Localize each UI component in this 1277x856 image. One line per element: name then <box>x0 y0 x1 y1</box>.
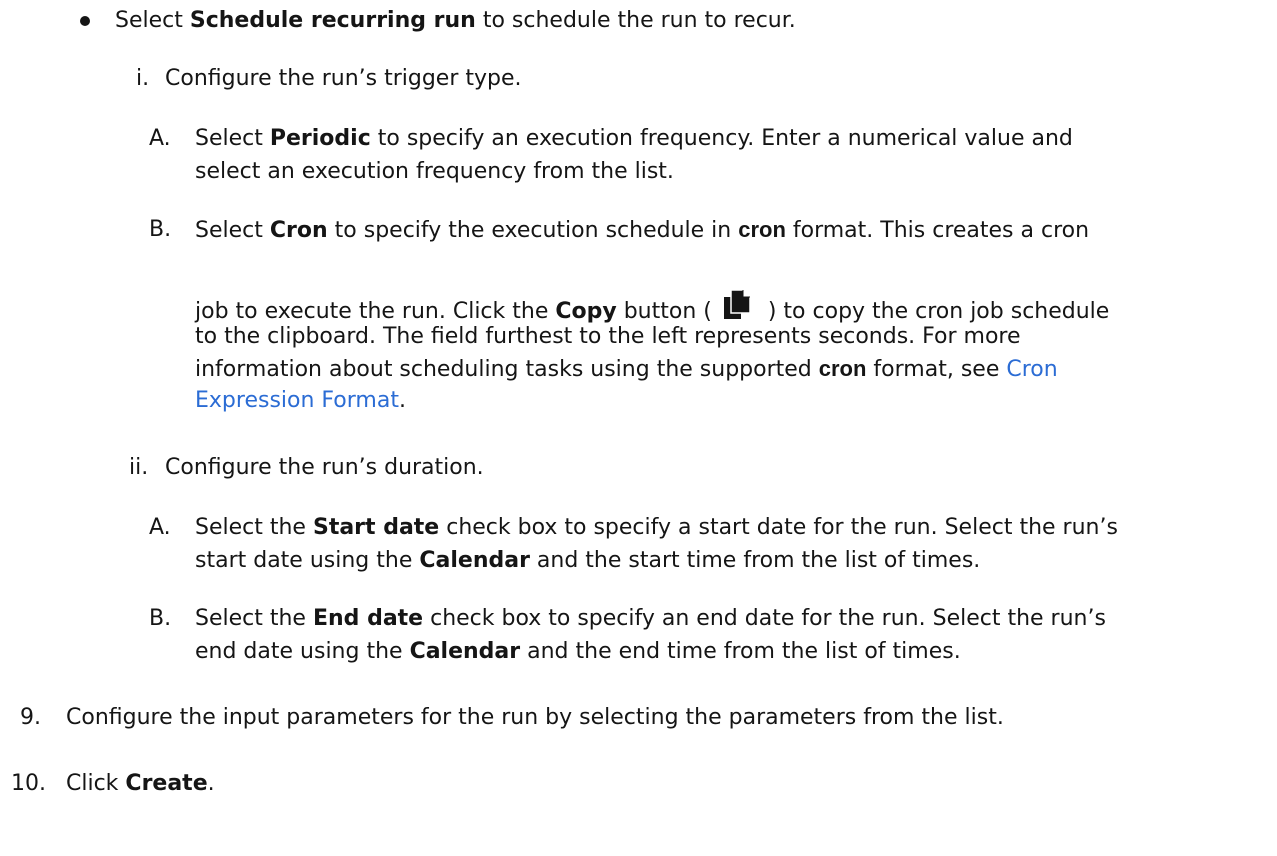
trigger-type-heading: Configure the run’s trigger type. <box>165 66 522 91</box>
text: Select the <box>195 606 313 631</box>
duration-heading: Configure the run’s duration. <box>165 455 484 480</box>
cron-expression-format-link-continued[interactable]: Expression Format <box>195 388 399 413</box>
end-date-line-2: end date using the Calendar and the end … <box>195 637 961 667</box>
text: and the start time from the list of time… <box>529 548 981 573</box>
text: and the end time from the list of times. <box>520 639 961 664</box>
text: Select the <box>195 515 313 540</box>
text: Select <box>115 8 190 33</box>
text: . <box>398 388 406 413</box>
text: start date using the <box>195 548 420 573</box>
text: to schedule the run to recur. <box>475 8 796 33</box>
text: information about scheduling tasks using… <box>195 357 819 382</box>
copy-label: Copy <box>555 299 617 324</box>
bullet-marker <box>80 16 90 26</box>
text: ) to copy the cron job schedule <box>767 299 1110 324</box>
list-marker-b: B. <box>149 217 172 242</box>
text: . <box>207 771 215 796</box>
start-date-label: Start date <box>312 515 440 540</box>
schedule-recurring-run-label: Schedule recurring run <box>189 8 476 33</box>
cron-line-3: to the clipboard. The field furthest to … <box>195 324 1021 349</box>
step-10-text: Click Create. <box>66 769 215 799</box>
text: button ( <box>616 299 712 324</box>
bullet-item-schedule-recurring: Select Schedule recurring run to schedul… <box>115 6 796 36</box>
cron-code: cron <box>818 356 867 381</box>
list-marker-ii: ii. <box>129 455 149 480</box>
text: format, see <box>866 357 1007 382</box>
list-marker-b: B. <box>149 606 172 631</box>
end-date-label: End date <box>312 606 424 631</box>
step-marker-10: 10. <box>11 771 46 796</box>
start-date-line-1: Select the Start date check box to speci… <box>195 513 1118 543</box>
text: job to execute the run. Click the <box>195 299 556 324</box>
cron-code: cron <box>738 217 786 242</box>
text: Click <box>66 771 126 796</box>
step-9-text: Configure the input parameters for the r… <box>66 705 1004 730</box>
list-marker-i: i. <box>136 66 150 91</box>
periodic-line-2: select an execution frequency from the l… <box>195 159 674 184</box>
text: Select <box>195 218 270 243</box>
cron-line-1: Select Cron to specify the execution sch… <box>195 215 1089 246</box>
text: to specify the execution schedule in <box>327 218 739 243</box>
cron-label: Cron <box>269 218 328 243</box>
periodic-label: Periodic <box>269 126 371 151</box>
text: end date using the <box>195 639 410 664</box>
text: to specify an execution frequency. Enter… <box>370 126 1073 151</box>
cron-line-4: information about scheduling tasks using… <box>195 354 1058 385</box>
create-label: Create <box>125 771 208 796</box>
periodic-line-1: Select Periodic to specify an execution … <box>195 124 1073 154</box>
cron-line-5: Expression Format. <box>195 386 406 416</box>
text: Select <box>195 126 270 151</box>
text: check box to specify an end date for the… <box>423 606 1106 631</box>
cron-expression-format-link[interactable]: Cron <box>1006 357 1057 382</box>
end-date-line-1: Select the End date check box to specify… <box>195 604 1106 634</box>
start-date-line-2: start date using the Calendar and the st… <box>195 546 980 576</box>
calendar-label: Calendar <box>419 548 530 573</box>
list-marker-a: A. <box>149 126 171 151</box>
list-marker-a: A. <box>149 515 171 540</box>
calendar-label: Calendar <box>409 639 521 664</box>
text: check box to specify a start date for th… <box>439 515 1118 540</box>
text: format. This creates a cron <box>785 218 1090 243</box>
step-marker-9: 9. <box>20 705 41 730</box>
